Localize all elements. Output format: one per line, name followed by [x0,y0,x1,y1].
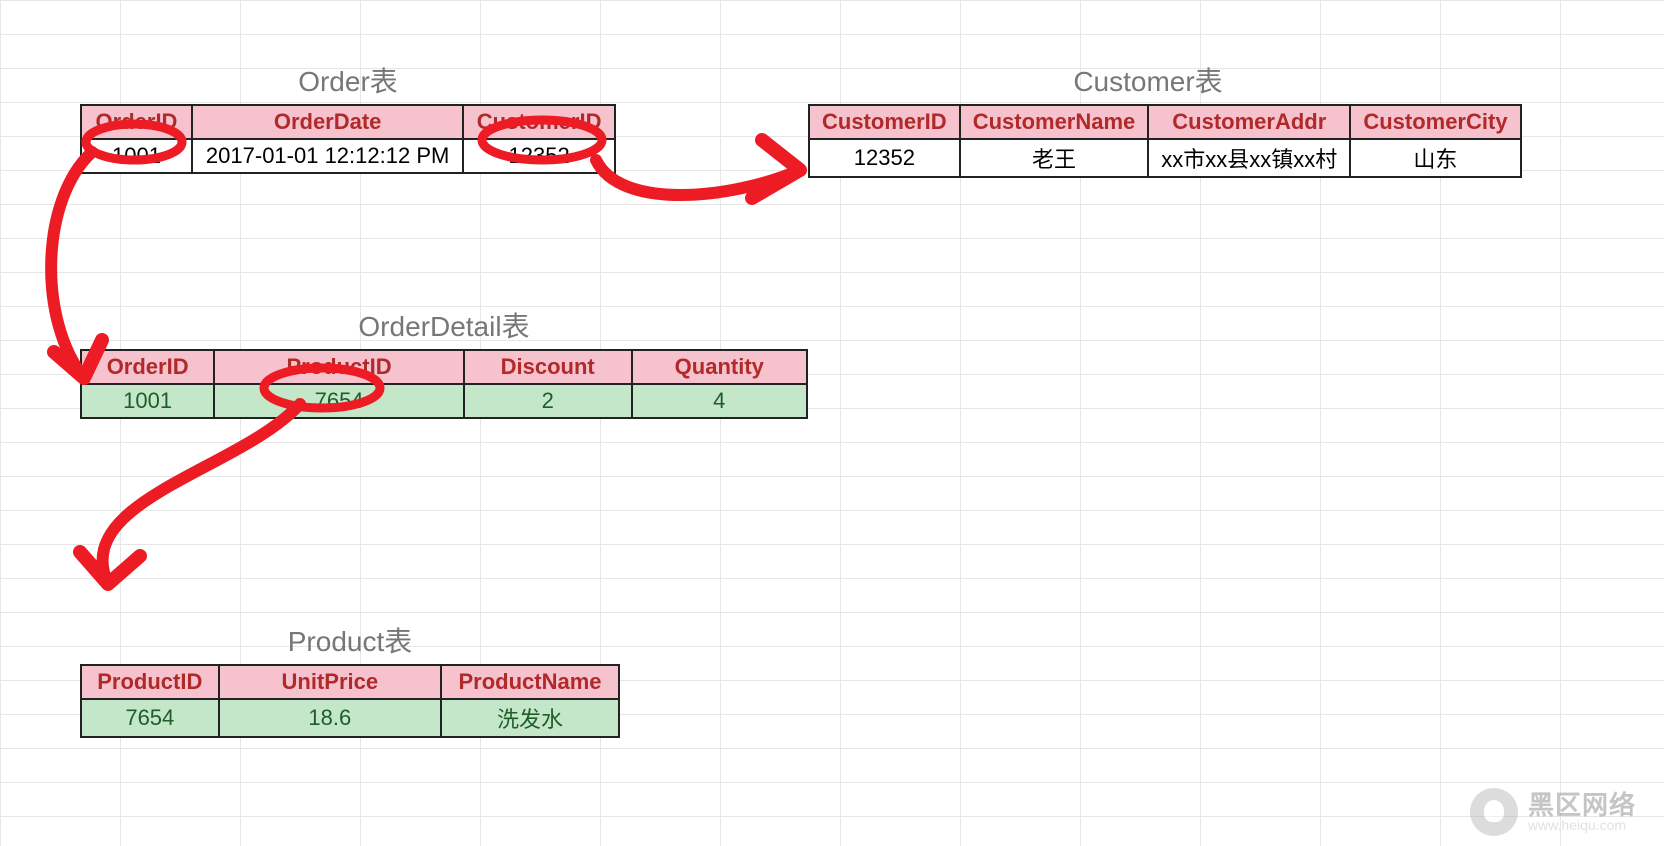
od-header-orderid: OrderID [81,350,214,384]
od-cell-discount: 2 [464,384,632,418]
orderdetail-table: OrderID ProductID Discount Quantity 1001… [80,349,808,419]
od-header-productid: ProductID [214,350,464,384]
customer-header-addr: CustomerAddr [1148,105,1350,139]
order-row: 1001 2017-01-01 12:12:12 PM 12352 [81,139,615,173]
watermark-main-text: 黑区网络 [1528,792,1636,818]
customer-header-id: CustomerID [809,105,960,139]
product-header-productid: ProductID [81,665,219,699]
product-cell-productid: 7654 [81,699,219,737]
od-row: 1001 7654 2 4 [81,384,807,418]
arrow-orderdetail-to-product-head-icon [80,552,140,584]
customer-cell-name: 老王 [960,139,1149,177]
watermark-logo-icon [1470,788,1518,836]
order-cell-customerid: 12352 [463,139,615,173]
od-header-discount: Discount [464,350,632,384]
product-header-unitprice: UnitPrice [219,665,441,699]
product-cell-unitprice: 18.6 [219,699,441,737]
customer-row: 12352 老王 xx市xx县xx镇xx村 山东 [809,139,1521,177]
arrow-order-to-customer-head-icon [752,140,800,198]
customer-cell-id: 12352 [809,139,960,177]
customer-cell-addr: xx市xx县xx镇xx村 [1148,139,1350,177]
product-row: 7654 18.6 洗发水 [81,699,619,737]
customer-cell-city: 山东 [1350,139,1520,177]
order-cell-orderdate: 2017-01-01 12:12:12 PM [192,139,463,173]
watermark-sub-text: www.heiqu.com [1528,818,1636,832]
od-cell-orderid: 1001 [81,384,214,418]
customer-table: CustomerID CustomerName CustomerAddr Cus… [808,104,1522,178]
customer-header-city: CustomerCity [1350,105,1520,139]
orderdetail-table-block: OrderDetail表 OrderID ProductID Discount … [80,305,808,419]
arrow-orderdetail-to-product-icon [103,404,300,584]
od-cell-quantity: 4 [632,384,807,418]
product-header-productname: ProductName [441,665,619,699]
od-header-quantity: Quantity [632,350,807,384]
arrow-order-to-customer-icon [596,160,800,195]
product-table-block: Product表 ProductID UnitPrice ProductName… [80,620,620,738]
customer-table-block: Customer表 CustomerID CustomerName Custom… [808,60,1488,178]
customer-header-name: CustomerName [960,105,1149,139]
order-header-customerid: CustomerID [463,105,615,139]
orderdetail-table-title: OrderDetail表 [80,305,808,345]
watermark: 黑区网络 www.heiqu.com [1470,788,1636,836]
order-cell-orderid: 1001 [81,139,192,173]
customer-table-title: Customer表 [808,60,1488,100]
order-table-title: Order表 [80,60,616,100]
order-table: OrderID OrderDate CustomerID 1001 2017-0… [80,104,616,174]
order-header-orderdate: OrderDate [192,105,463,139]
od-cell-productid: 7654 [214,384,464,418]
product-table: ProductID UnitPrice ProductName 7654 18.… [80,664,620,738]
order-table-block: Order表 OrderID OrderDate CustomerID 1001… [80,60,616,174]
product-cell-productname: 洗发水 [441,699,619,737]
order-header-orderid: OrderID [81,105,192,139]
product-table-title: Product表 [80,620,620,660]
